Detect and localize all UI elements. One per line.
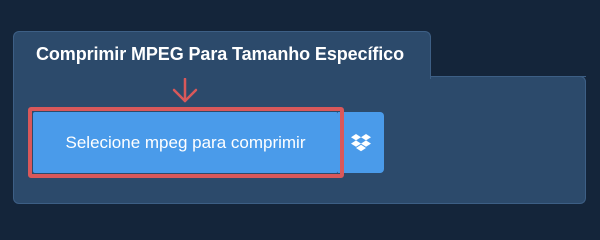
- panel-divider: [430, 76, 586, 77]
- dropbox-button[interactable]: [338, 112, 384, 173]
- highlight-frame: [28, 107, 344, 178]
- dropbox-icon: [351, 133, 371, 151]
- arrow-down-icon: [172, 78, 198, 103]
- panel-title: Comprimir MPEG Para Tamanho Específico: [36, 44, 404, 64]
- upload-widget: Comprimir MPEG Para Tamanho Específico S…: [0, 0, 600, 230]
- panel-corner: [578, 76, 586, 84]
